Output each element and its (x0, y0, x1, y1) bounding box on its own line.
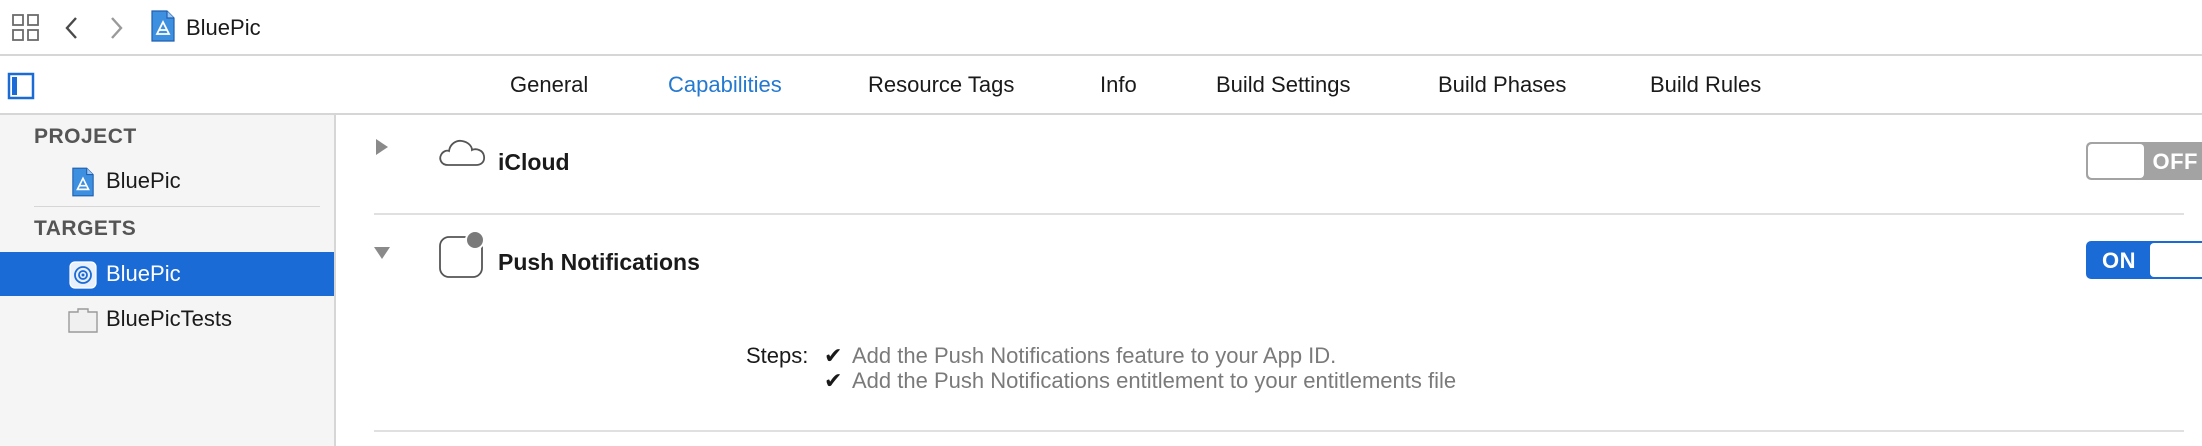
related-items-grid-icon[interactable] (10, 12, 42, 44)
toggle-knob (2150, 243, 2202, 277)
toggle-knob (2088, 144, 2144, 178)
checkmark-icon: ✔ (824, 368, 843, 393)
xcode-project-editor: BluePic General Capabilities Resource Ta… (0, 0, 2202, 446)
project-item-bluepic[interactable]: BluePic (0, 159, 334, 203)
capability-separator (374, 430, 2184, 432)
test-bundle-icon (68, 305, 98, 335)
target-item-bluepictests[interactable]: BluePicTests (0, 297, 334, 341)
target-item-label: BluePicTests (106, 306, 232, 331)
editor-tab-bar: General Capabilities Resource Tags Info … (0, 56, 2202, 115)
capability-row-icloud: iCloud OFF (374, 115, 2202, 185)
sidebar-toggle-icon[interactable] (7, 72, 35, 100)
step-text: Add the Push Notifications entitlement t… (852, 368, 1457, 393)
tab-info[interactable]: Info (1100, 71, 1137, 99)
section-divider (34, 206, 320, 207)
app-target-icon (68, 260, 98, 290)
xcode-project-icon (150, 9, 176, 47)
breadcrumb-label: BluePic (186, 15, 261, 40)
notification-badge-icon (438, 229, 486, 284)
targets-section-header: TARGETS (34, 217, 137, 240)
chevron-left-icon[interactable] (58, 12, 86, 44)
cloud-icon (438, 135, 486, 172)
checkmark-icon: ✔ (824, 343, 843, 368)
step-item: ✔ Add the Push Notifications entitlement… (824, 368, 1456, 394)
project-targets-list: PROJECT BluePic TARGETS BluePic BluePicT… (0, 115, 336, 446)
target-item-label: BluePic (106, 261, 181, 286)
capability-title: iCloud (498, 149, 570, 175)
toggle-label: ON (2102, 248, 2136, 273)
step-text: Add the Push Notifications feature to yo… (852, 343, 1337, 368)
steps-label: Steps: (746, 343, 809, 368)
capability-row-push-notifications: Push Notifications ON Steps: ✔ Add the P… (372, 215, 2202, 415)
tab-general[interactable]: General (510, 71, 588, 99)
tab-build-rules[interactable]: Build Rules (1650, 71, 1761, 99)
step-item: ✔ Add the Push Notifications feature to … (824, 343, 1336, 369)
disclosure-triangle-collapsed-icon[interactable] (374, 137, 390, 162)
project-section-header: PROJECT (34, 125, 137, 148)
capability-toggle-icloud[interactable]: OFF (2086, 142, 2202, 180)
tab-build-settings[interactable]: Build Settings (1216, 71, 1351, 99)
toggle-label: OFF (2152, 149, 2198, 174)
project-item-label: BluePic (106, 168, 181, 193)
tab-resource-tags[interactable]: Resource Tags (868, 71, 1014, 99)
tab-build-phases[interactable]: Build Phases (1438, 71, 1566, 99)
capability-title: Push Notifications (498, 249, 700, 275)
target-item-bluepic[interactable]: BluePic (0, 252, 334, 296)
jump-bar: BluePic (0, 0, 2202, 56)
tab-capabilities[interactable]: Capabilities (668, 71, 782, 99)
xcode-project-icon (68, 167, 98, 197)
capability-toggle-push-notifications[interactable]: ON (2086, 241, 2202, 279)
disclosure-triangle-expanded-icon[interactable] (372, 245, 392, 266)
capabilities-pane: iCloud OFF Push Notifications ON Steps: … (336, 115, 2202, 446)
chevron-right-icon[interactable] (102, 12, 130, 44)
breadcrumb-project[interactable]: BluePic (150, 9, 261, 47)
